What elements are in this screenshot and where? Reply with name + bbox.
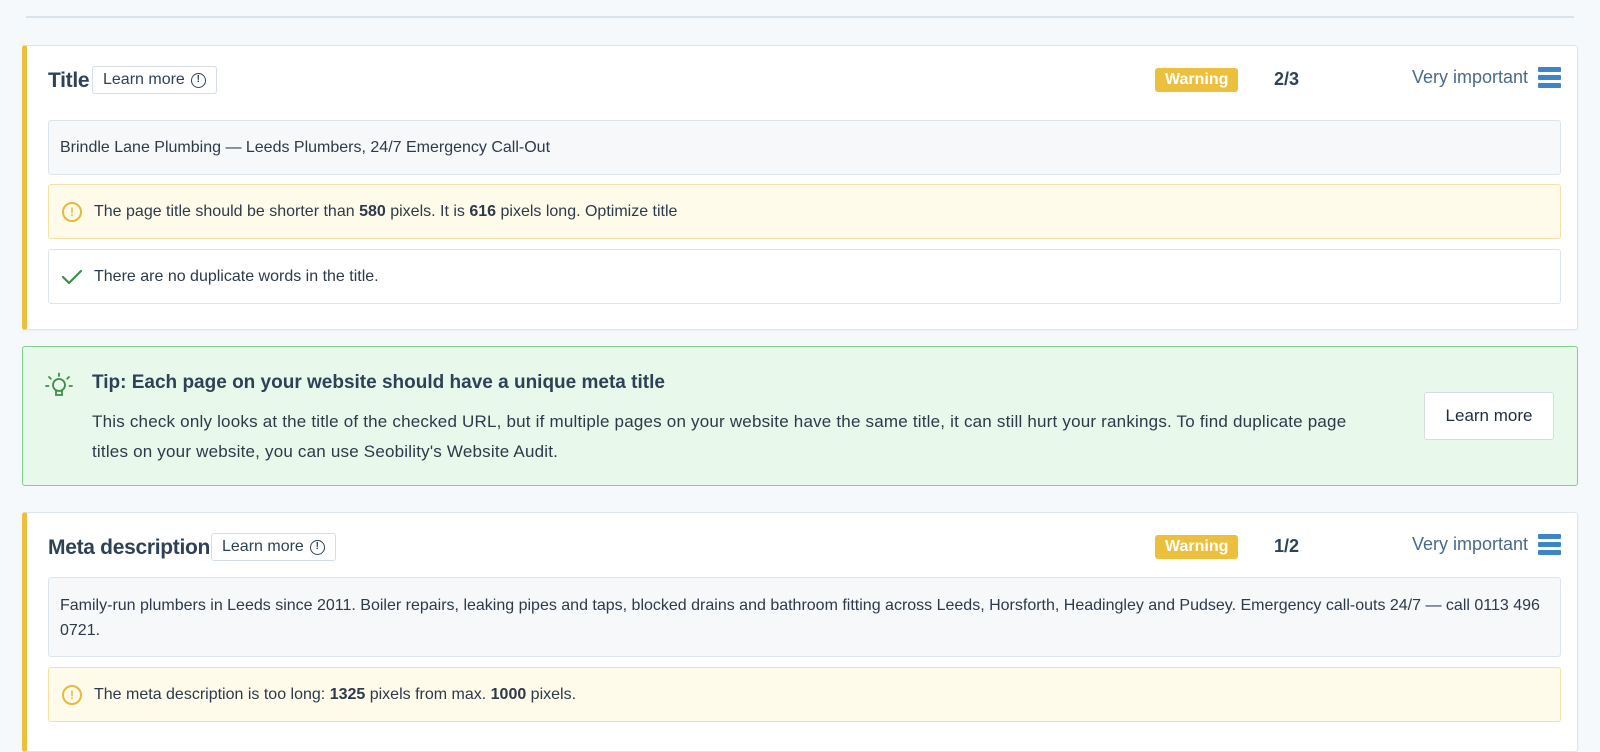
title-warning-box: ! The page title should be shorter than … xyxy=(48,184,1561,239)
title-card-header: Title Learn more ! Warning 2/3 Very impo… xyxy=(48,66,1561,98)
tip-title: Tip: Each page on your website should ha… xyxy=(92,372,665,393)
info-circle-icon: ! xyxy=(309,539,325,555)
meta-description-value-text: Family-run plumbers in Leeds since 2011.… xyxy=(60,597,1540,639)
warning-circle-icon: ! xyxy=(62,684,82,705)
title-ok-box: There are no duplicate words in the titl… xyxy=(48,249,1561,304)
importance-label: Very important xyxy=(1411,534,1528,554)
title-importance: Very important xyxy=(1412,67,1561,88)
title-value-box: Brindle Lane Plumbing — Leeds Plumbers, … xyxy=(48,120,1561,175)
importance-label: Very important xyxy=(1411,67,1528,87)
meta-description-heading: Meta description xyxy=(48,536,211,559)
title-status-badge: Warning xyxy=(1155,68,1239,92)
importance-bars-icon xyxy=(1538,534,1561,555)
warning-circle-icon: ! xyxy=(62,201,82,222)
tip-box: Tip: Each page on your website should ha… xyxy=(22,346,1578,486)
top-divider xyxy=(26,16,1574,18)
check-icon xyxy=(61,269,83,284)
title-value-text: Brindle Lane Plumbing — Leeds Plumbers, … xyxy=(60,138,551,156)
title-heading: Title xyxy=(48,69,90,92)
meta-status-badge: Warning xyxy=(1155,535,1239,559)
title-ok-text: There are no duplicate words in the titl… xyxy=(94,267,379,285)
lightbulb-icon xyxy=(45,372,73,396)
title-learn-more-button[interactable]: Learn more ! xyxy=(92,66,217,94)
info-circle-icon: ! xyxy=(190,72,206,88)
title-warning-text: The page title should be shorter than 58… xyxy=(94,202,678,220)
importance-bars-icon xyxy=(1538,67,1561,88)
meta-description-value-box: Family-run plumbers in Leeds since 2011.… xyxy=(48,577,1561,657)
tip-learn-more-button[interactable]: Learn more xyxy=(1424,392,1554,440)
meta-score: 1/2 xyxy=(1274,536,1300,556)
meta-warning-box: ! The meta description is too long: 1325… xyxy=(48,667,1561,722)
meta-learn-more-button[interactable]: Learn more ! xyxy=(211,533,336,561)
meta-warning-text: The meta description is too long: 1325 p… xyxy=(94,685,577,703)
meta-importance: Very important xyxy=(1412,534,1561,555)
learn-more-label: Learn more xyxy=(222,538,304,555)
meta-description-check-card: Meta description Learn more ! Warning 1/… xyxy=(22,512,1578,752)
title-check-card: Title Learn more ! Warning 2/3 Very impo… xyxy=(22,45,1578,330)
meta-card-header: Meta description Learn more ! Warning 1/… xyxy=(48,533,1561,565)
title-score: 2/3 xyxy=(1274,69,1300,89)
tip-text: This check only looks at the title of th… xyxy=(92,412,1347,461)
learn-more-label: Learn more xyxy=(103,71,185,88)
